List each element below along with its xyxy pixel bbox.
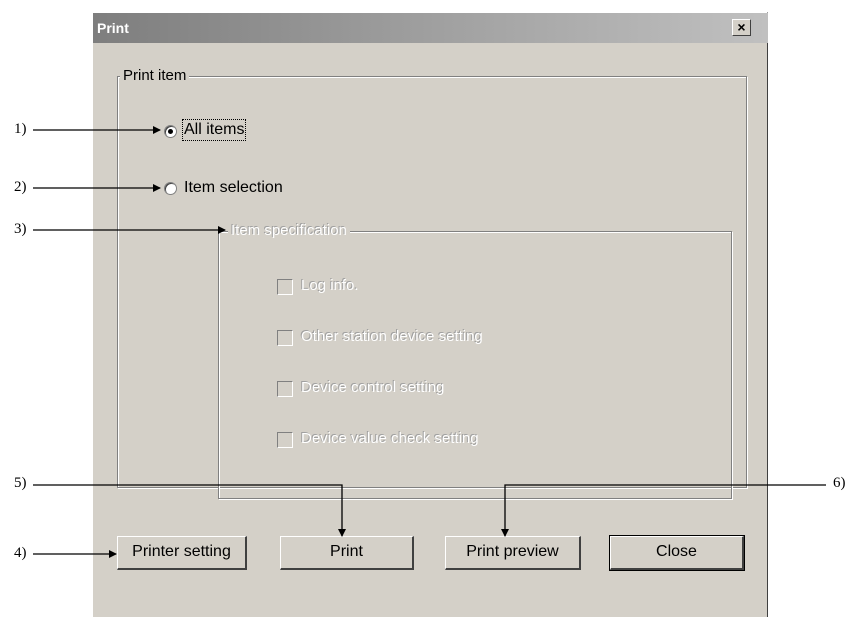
item-specification-group xyxy=(218,231,732,499)
callout-5: 5) xyxy=(14,475,27,491)
callout-4: 4) xyxy=(14,545,27,561)
radio-selected-dot xyxy=(168,129,173,134)
dialog-title: Print xyxy=(97,20,129,36)
checkbox-device-value-check-setting-label: Device value check setting xyxy=(301,430,479,447)
checkbox-log-info[interactable] xyxy=(277,279,293,295)
checkbox-device-value-check-setting[interactable] xyxy=(277,432,293,448)
close-icon: × xyxy=(737,19,746,35)
radio-all-items[interactable] xyxy=(164,125,177,138)
checkbox-device-control-setting-label: Device control setting xyxy=(301,379,445,396)
radio-all-items-label[interactable]: All items xyxy=(181,119,247,141)
checkbox-other-station-device-setting-label: Other station device setting xyxy=(301,328,483,345)
print-preview-button[interactable]: Print preview xyxy=(445,536,581,570)
checkbox-other-station-device-setting[interactable] xyxy=(277,330,293,346)
callout-3: 3) xyxy=(14,221,27,237)
callout-1: 1) xyxy=(14,121,27,137)
checkbox-device-control-setting[interactable] xyxy=(277,381,293,397)
printer-setting-button[interactable]: Printer setting xyxy=(117,536,247,570)
close-window-button[interactable]: × xyxy=(732,19,751,36)
checkbox-log-info-label: Log info. xyxy=(301,277,359,294)
print-item-legend: Print item xyxy=(120,67,190,84)
callout-6: 6) xyxy=(833,475,846,491)
close-button[interactable]: Close xyxy=(609,535,745,571)
print-button[interactable]: Print xyxy=(280,536,414,570)
item-specification-legend: Item specification xyxy=(228,222,350,239)
radio-item-selection-label[interactable]: Item selection xyxy=(184,179,283,197)
title-bar[interactable]: Print × xyxy=(93,13,768,43)
print-dialog: Print × Print item All items Item select… xyxy=(92,12,768,617)
radio-item-selection[interactable] xyxy=(164,182,177,195)
callout-2: 2) xyxy=(14,179,27,195)
